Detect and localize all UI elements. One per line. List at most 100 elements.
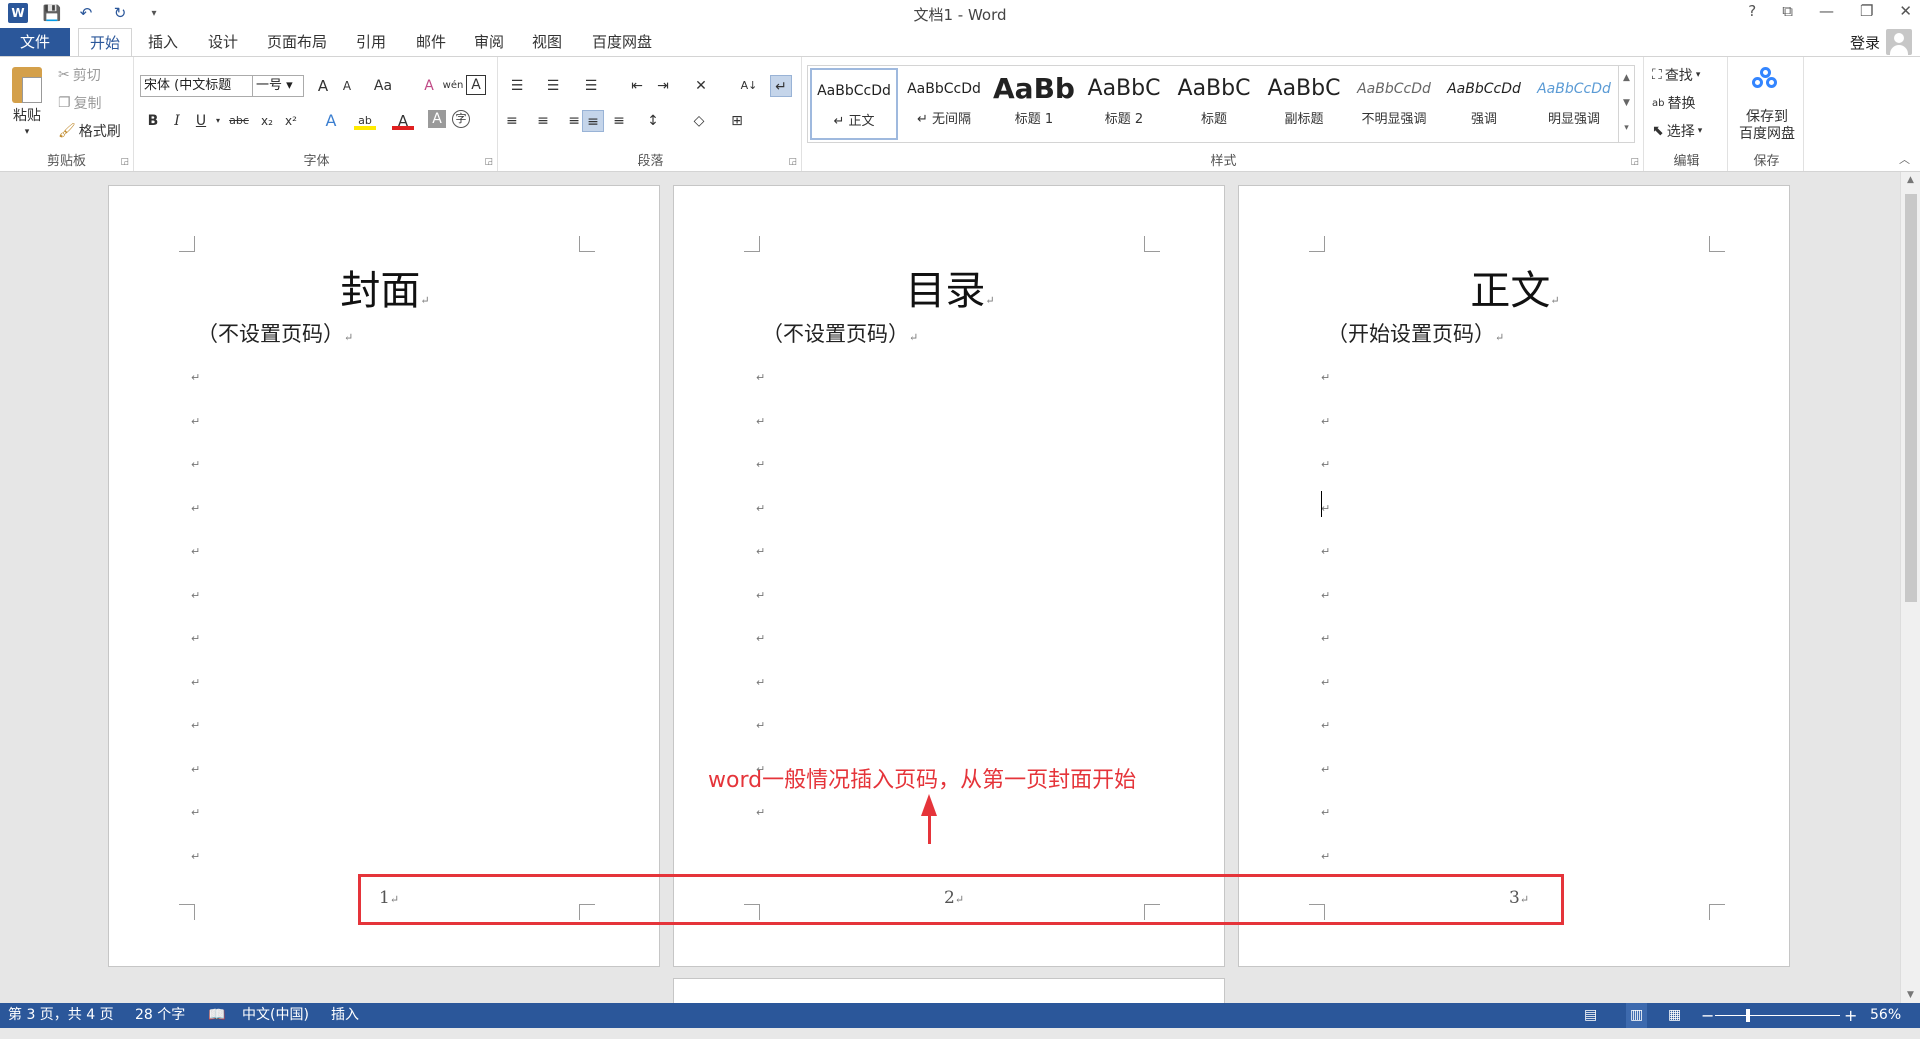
cut-button[interactable]: ✂ 剪切: [58, 65, 101, 85]
find-button[interactable]: ⛶ 查找 ▾: [1652, 65, 1700, 85]
strikethrough-icon[interactable]: abc: [226, 110, 252, 132]
page-cover[interactable]: 封面↵ （不设置页码）↵ ↵ ↵ ↵ ↵ ↵ ↵ ↵ ↵ ↵ ↵ ↵ ↵ 1↵: [108, 185, 660, 967]
style-heading-2[interactable]: AaBbC 标题 2: [1080, 68, 1168, 140]
justify-icon[interactable]: ≡: [582, 110, 604, 132]
tab-references[interactable]: 引用: [348, 28, 394, 56]
ribbon-display-icon[interactable]: ⧉: [1782, 2, 1793, 20]
tab-home[interactable]: 开始: [78, 28, 132, 57]
font-name-select[interactable]: 宋体 (中文标题: [140, 75, 254, 97]
dialog-launcher-icon[interactable]: ◲: [120, 157, 129, 167]
proofing-icon[interactable]: 📖: [208, 1003, 225, 1028]
format-painter-button[interactable]: 🖌 格式刷: [58, 121, 121, 141]
asian-layout-icon[interactable]: ✕: [690, 75, 712, 97]
subscript-icon[interactable]: x₂: [256, 110, 278, 132]
select-button[interactable]: ⬉ 选择 ▾: [1652, 121, 1702, 141]
zoom-out-icon[interactable]: −: [1701, 1003, 1714, 1028]
borders-icon[interactable]: ⊞: [726, 110, 748, 132]
more-styles-icon[interactable]: ▾: [1619, 116, 1634, 141]
zoom-in-icon[interactable]: +: [1844, 1003, 1857, 1028]
dialog-launcher-icon[interactable]: ◲: [788, 157, 797, 167]
align-center-icon[interactable]: ≡: [532, 110, 554, 132]
word-count-status[interactable]: 28 个字: [135, 1003, 185, 1028]
align-left-icon[interactable]: ≡: [506, 110, 528, 132]
copy-button[interactable]: ❐ 复制: [58, 93, 102, 113]
character-shading-icon[interactable]: A: [428, 110, 446, 128]
highlight-color-icon[interactable]: ab: [354, 110, 376, 130]
zoom-slider[interactable]: [1715, 1015, 1840, 1016]
dialog-launcher-icon[interactable]: ◲: [1630, 157, 1639, 167]
shrink-font-icon[interactable]: A: [336, 75, 358, 97]
baidu-netdisk-icon[interactable]: [1752, 67, 1780, 91]
style-normal[interactable]: AaBbCcDd ↵ 正文: [810, 68, 898, 140]
login-link[interactable]: 登录: [1850, 32, 1880, 53]
sort-icon[interactable]: A↓: [738, 75, 760, 97]
account-area[interactable]: 登录: [1850, 28, 1912, 56]
phonetic-guide-icon[interactable]: wén: [442, 75, 464, 97]
paragraph-shading-icon[interactable]: ◇: [688, 110, 710, 132]
tab-design[interactable]: 设计: [200, 28, 246, 56]
tab-mailings[interactable]: 邮件: [408, 28, 454, 56]
paste-button[interactable]: 粘贴 ▾: [12, 67, 42, 137]
style-subtitle[interactable]: AaBbC 副标题: [1260, 68, 1348, 140]
scroll-thumb[interactable]: [1905, 194, 1917, 602]
text-effects-icon[interactable]: A: [320, 110, 342, 132]
chevron-down-icon[interactable]: ▾: [212, 110, 224, 132]
increase-indent-icon[interactable]: ⇥: [652, 75, 674, 97]
underline-icon[interactable]: U: [190, 110, 212, 132]
scroll-up-icon[interactable]: ▲: [1901, 172, 1920, 188]
help-icon[interactable]: ?: [1748, 2, 1756, 20]
style-no-spacing[interactable]: AaBbCcDd ↵ 无间隔: [900, 68, 988, 140]
grow-font-icon[interactable]: A: [312, 75, 334, 97]
font-size-select[interactable]: 一号 ▾: [252, 75, 304, 97]
page-next[interactable]: [673, 978, 1225, 1003]
zoom-slider-thumb[interactable]: [1746, 1009, 1750, 1022]
decrease-indent-icon[interactable]: ⇤: [626, 75, 648, 97]
scroll-down-icon[interactable]: ▼: [1901, 987, 1920, 1003]
page-count-status[interactable]: 第 3 页，共 4 页: [8, 1003, 114, 1028]
numbering-icon[interactable]: ☰: [542, 75, 564, 97]
bold-icon[interactable]: B: [142, 110, 164, 132]
enclose-characters-icon[interactable]: 字: [452, 110, 470, 128]
style-subtle-emphasis[interactable]: AaBbCcDd 不明显强调: [1350, 68, 1438, 140]
character-border-icon[interactable]: A: [466, 75, 486, 95]
style-heading-1[interactable]: AaBb 标题 1: [990, 68, 1078, 140]
web-layout-icon[interactable]: ▦: [1668, 1003, 1681, 1028]
change-case-icon[interactable]: Aa: [368, 75, 398, 97]
tab-file[interactable]: 文件: [0, 28, 70, 56]
bullets-icon[interactable]: ☰: [506, 75, 528, 97]
clear-formatting-icon[interactable]: A: [418, 75, 440, 97]
insert-mode-status[interactable]: 插入: [331, 1003, 359, 1028]
avatar[interactable]: [1886, 29, 1912, 55]
scroll-up-icon[interactable]: ▲: [1619, 66, 1634, 91]
tab-baidu-netdisk[interactable]: 百度网盘: [584, 28, 660, 56]
show-paragraph-marks-icon[interactable]: ↵: [770, 75, 792, 97]
tab-view[interactable]: 视图: [524, 28, 570, 56]
tab-layout[interactable]: 页面布局: [260, 28, 334, 56]
replace-button[interactable]: ab 替换: [1652, 93, 1695, 113]
style-emphasis[interactable]: AaBbCcDd 强调: [1440, 68, 1528, 140]
align-right-icon[interactable]: ≡: [558, 110, 580, 132]
style-title[interactable]: AaBbC 标题: [1170, 68, 1258, 140]
superscript-icon[interactable]: x²: [280, 110, 302, 132]
document-area[interactable]: 封面↵ （不设置页码）↵ ↵ ↵ ↵ ↵ ↵ ↵ ↵ ↵ ↵ ↵ ↵ ↵ 1↵ 目录↵ （不设置页码）…: [0, 172, 1900, 1003]
restore-icon[interactable]: ❐: [1860, 2, 1873, 20]
tab-review[interactable]: 审阅: [466, 28, 512, 56]
vertical-scrollbar[interactable]: ▲ ▼: [1900, 172, 1920, 1003]
close-icon[interactable]: ✕: [1899, 2, 1912, 20]
print-layout-icon[interactable]: ▥: [1626, 1003, 1648, 1028]
language-status[interactable]: 中文(中国): [242, 1003, 309, 1028]
tab-insert[interactable]: 插入: [140, 28, 186, 56]
dialog-launcher-icon[interactable]: ◲: [484, 157, 493, 167]
page-body[interactable]: 正文↵ （开始设置页码）↵ ↵ ↵ ↵ ↵ ↵ ↵ ↵ ↵ ↵ ↵ ↵ ↵ 3↵: [1238, 185, 1790, 967]
style-intense-emphasis[interactable]: AaBbCcDd 明显强调: [1530, 68, 1618, 140]
minimize-icon[interactable]: —: [1819, 2, 1834, 20]
line-spacing-icon[interactable]: ↕: [642, 110, 664, 132]
italic-icon[interactable]: I: [166, 110, 188, 132]
page-toc[interactable]: 目录↵ （不设置页码）↵ ↵ ↵ ↵ ↵ ↵ ↵ ↵ ↵ ↵ ↵ ↵ 2↵: [673, 185, 1225, 967]
zoom-level[interactable]: 56%: [1870, 1003, 1901, 1028]
scroll-down-icon[interactable]: ▼: [1619, 91, 1634, 116]
font-color-icon[interactable]: A: [392, 110, 414, 130]
read-mode-icon[interactable]: ▤: [1584, 1003, 1597, 1028]
distributed-icon[interactable]: ≡: [608, 110, 630, 132]
save-to-baidu-button[interactable]: 保存到 百度网盘: [1734, 109, 1800, 143]
